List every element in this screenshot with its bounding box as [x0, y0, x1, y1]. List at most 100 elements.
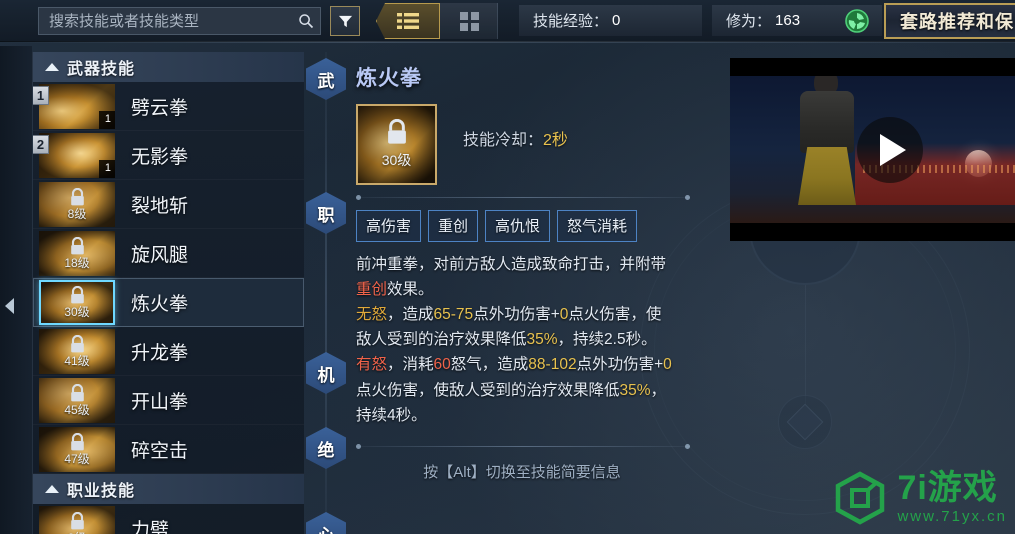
skill-tag[interactable]: 重创	[428, 210, 479, 242]
play-button-icon[interactable]	[857, 116, 923, 183]
padlock-icon	[70, 286, 84, 304]
desc-line1-highlight: 重创	[356, 281, 388, 299]
skill-exp-value: 0	[612, 12, 621, 29]
category-tab-rail: 武 职 机 绝 心	[304, 52, 348, 534]
skill-thumbnail: 30级	[39, 279, 115, 325]
category-tab-mind[interactable]: 心	[306, 512, 346, 534]
desc-line3-damage: 88-102	[528, 356, 577, 374]
skill-detail-title: 炼火拳	[356, 67, 422, 90]
chevron-up-icon	[45, 63, 59, 71]
filter-funnel-icon	[338, 15, 352, 27]
skill-list-item[interactable]: 8级 裂地斩	[33, 180, 304, 229]
skill-name: 劈云拳	[131, 97, 189, 119]
search-box[interactable]	[38, 7, 321, 35]
desc-line2-healreduce: 35%	[526, 331, 558, 349]
skill-group-title: 职业技能	[67, 483, 136, 500]
list-view-button[interactable]	[376, 3, 440, 39]
padlock-icon	[70, 237, 84, 255]
skill-level-badge: 1	[98, 110, 115, 129]
skill-detail-icon-row: 30级 技能冷却：2秒	[356, 104, 692, 185]
desc-line1-b: 效果。	[387, 281, 434, 299]
watermark-url: www.71yx.cn	[897, 508, 1007, 525]
cultivation-orb-icon[interactable]	[845, 9, 869, 33]
skill-panel-screen: 技能经验： 0 修为： 163 套路推荐和保 武器技能 1	[0, 0, 1015, 534]
skill-list-item[interactable]: 45级 开山拳	[33, 376, 304, 425]
skill-hotkey-badge: 1	[33, 86, 49, 105]
desc-line3-firedamage: 0	[663, 356, 672, 374]
padlock-icon	[70, 335, 84, 353]
desc-line2-state: 无怒	[356, 306, 388, 324]
skill-list-item[interactable]: 18级 旋风腿	[33, 229, 304, 278]
cultivation-label: 修为：	[726, 13, 772, 30]
category-tab-weapon[interactable]: 武	[306, 58, 346, 100]
detail-divider-bottom	[356, 443, 690, 449]
skill-cooldown: 技能冷却：2秒	[463, 126, 568, 185]
skill-list-sidebar[interactable]: 武器技能 1 1 劈云拳 1 2 无影拳 8级 裂地斩 18级 旋风腿 30级 …	[32, 52, 304, 534]
grid-view-button[interactable]	[444, 3, 494, 39]
category-tab-ultimate[interactable]: 绝	[306, 427, 346, 469]
skill-unlock-level: 30级	[64, 305, 90, 319]
skill-list-item[interactable]: 1 1 劈云拳	[33, 82, 304, 131]
skill-tag-list: 高伤害 重创 高仇恨 怒气消耗	[356, 210, 692, 242]
desc-line3-healreduce: 35%	[619, 381, 651, 399]
skill-name: 炼火拳	[131, 293, 189, 315]
skill-exp-chip: 技能经验： 0	[519, 5, 702, 36]
skill-thumbnail: 1	[39, 83, 115, 129]
skill-video-preview[interactable]	[730, 58, 1015, 241]
panel-edge-strip	[0, 46, 32, 534]
skill-detail-icon: 30级	[356, 104, 437, 185]
skill-cooldown-value: 2秒	[543, 132, 568, 149]
skill-tag[interactable]: 高仇恨	[485, 210, 551, 242]
skill-detail-hint: 按【Alt】切换至技能简要信息	[423, 463, 621, 481]
skill-unlock-level: 47级	[64, 452, 90, 466]
video-letterbox-top	[730, 58, 1015, 76]
desc-line2-b: 点外功伤害+	[473, 306, 560, 324]
category-tab-class[interactable]: 职	[306, 192, 346, 234]
search-input[interactable]	[49, 12, 298, 30]
skill-hotkey-badge: 2	[33, 135, 49, 154]
top-toolbar: 技能经验： 0 修为： 163 套路推荐和保	[0, 0, 1015, 43]
watermark-title: 7i游戏	[897, 469, 998, 507]
skill-tag[interactable]: 怒气消耗	[557, 210, 638, 242]
skill-tag[interactable]: 高伤害	[356, 210, 422, 242]
padlock-icon	[387, 119, 406, 144]
skill-level-badge: 1	[98, 159, 115, 178]
desc-line2-d: ，持续2.5秒。	[557, 331, 657, 349]
desc-line3-c: 点外功伤害+	[576, 356, 664, 374]
skill-name: 升龙拳	[131, 342, 189, 364]
skill-name: 开山拳	[131, 391, 189, 413]
skill-list-item[interactable]: 2级 力劈	[33, 504, 304, 534]
recommend-loadout-label: 套路推荐和保	[900, 12, 1014, 32]
skill-unlock-level: 18级	[64, 256, 90, 270]
skill-thumbnail: 2级	[39, 505, 115, 534]
skill-group-header-class[interactable]: 职业技能	[33, 474, 304, 504]
skill-list-item-selected[interactable]: 30级 炼火拳	[33, 278, 304, 327]
recommend-loadout-button[interactable]: 套路推荐和保	[884, 3, 1015, 39]
skill-list-item[interactable]: 1 2 无影拳	[33, 131, 304, 180]
filter-button[interactable]	[330, 6, 360, 36]
skill-group-header-weapon[interactable]: 武器技能	[33, 52, 304, 82]
cultivation-value: 163	[775, 12, 801, 29]
detail-divider-top	[356, 195, 690, 200]
list-view-icon	[397, 13, 419, 29]
category-tab-device[interactable]: 机	[306, 352, 346, 394]
site-watermark: 7i游戏 www.71yx.cn	[832, 470, 1007, 526]
skill-unlock-level: 45级	[64, 403, 90, 417]
padlock-icon	[70, 433, 84, 451]
skill-cooldown-label: 技能冷却：	[463, 132, 544, 149]
skill-list-item[interactable]: 41级 升龙拳	[33, 327, 304, 376]
search-icon[interactable]	[298, 13, 314, 29]
skill-list-item[interactable]: 47级 碎空击	[33, 425, 304, 474]
desc-line2-a: ，造成	[387, 306, 434, 324]
padlock-icon	[70, 384, 84, 402]
skill-thumbnail: 8级	[39, 181, 115, 227]
collapse-panel-arrow-icon[interactable]	[5, 298, 14, 314]
skill-thumbnail: 47级	[39, 426, 115, 472]
desc-line3-state: 有怒	[356, 356, 388, 374]
padlock-icon	[70, 512, 84, 530]
skill-name: 碎空击	[131, 440, 189, 462]
desc-line3-rage: 60	[433, 356, 451, 374]
skill-unlock-level: 41级	[64, 354, 90, 368]
skill-name: 旋风腿	[131, 244, 189, 266]
view-mode-toggle	[376, 3, 498, 39]
